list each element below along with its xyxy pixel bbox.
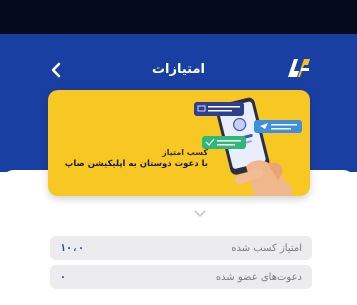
stats-list: ۱۰،۰ امتیاز کسب شده ۰ دعوت‌های عضو شده bbox=[50, 236, 312, 294]
stat-value: ۱۰،۰ bbox=[60, 242, 85, 254]
app-logo bbox=[288, 59, 310, 77]
stat-label: امتیاز کسب شده bbox=[231, 242, 302, 254]
chevron-down-icon[interactable] bbox=[190, 208, 210, 220]
invite-illustration bbox=[194, 97, 302, 196]
status-bar bbox=[0, 0, 357, 34]
banner-title: کسب امتیاز bbox=[162, 148, 208, 157]
stat-label: دعوت‌های عضو شده bbox=[215, 271, 302, 283]
banner-text: کسب امتیاز با دعوت دوستان به اپلیکیشن صا… bbox=[58, 148, 208, 169]
invite-banner[interactable]: کسب امتیاز با دعوت دوستان به اپلیکیشن صا… bbox=[48, 90, 310, 196]
banner-subtitle: با دعوت دوستان به اپلیکیشن صاپ bbox=[64, 159, 208, 169]
stat-row-invites: ۰ دعوت‌های عضو شده bbox=[50, 265, 312, 289]
stat-row-points: ۱۰،۰ امتیاز کسب شده bbox=[50, 236, 312, 260]
stat-value: ۰ bbox=[60, 271, 67, 283]
